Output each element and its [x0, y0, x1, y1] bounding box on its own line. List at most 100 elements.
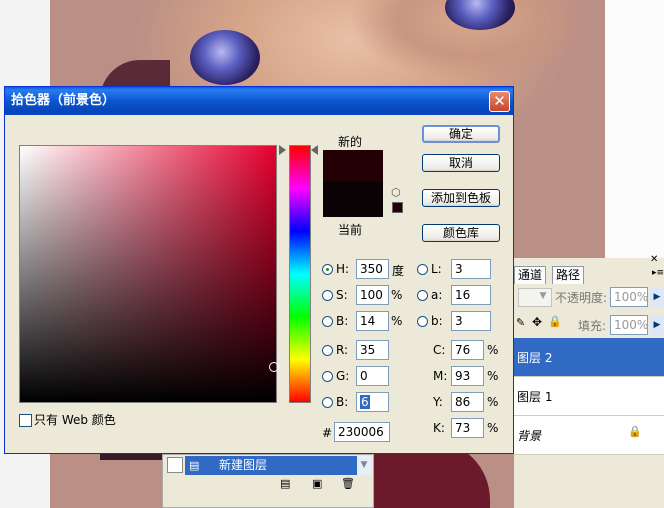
color-field[interactable] [19, 145, 277, 403]
fill-input[interactable]: 100% [610, 315, 648, 335]
b-unit: % [391, 314, 403, 328]
c-label: C: [433, 343, 446, 357]
ok-button[interactable]: 确定 [422, 125, 500, 143]
lock-position-icon[interactable]: ✥ [532, 315, 542, 329]
layer-row[interactable]: 图层 1 [514, 377, 664, 416]
hex-input[interactable]: 230006 [334, 422, 390, 442]
current-color-swatch[interactable] [323, 182, 383, 217]
list-icon: ▤ [189, 459, 200, 472]
s-input[interactable]: 100 [356, 285, 389, 305]
h-unit: 度 [392, 264, 405, 278]
h-label: H: [336, 262, 350, 276]
m-label: M: [433, 369, 448, 383]
fill-row: ✎ ✥ 🔒 填充: 100% ▶ [514, 314, 664, 336]
radio-r[interactable] [322, 345, 333, 356]
h-input[interactable]: 350 [356, 259, 389, 279]
tab-channels[interactable]: 通道 [514, 266, 547, 284]
dialog-title: 拾色器（前景色） [11, 93, 116, 108]
m-unit: % [487, 369, 499, 383]
chevron-down-icon[interactable]: ▼ [357, 456, 371, 475]
camera-icon[interactable]: ▣ [312, 477, 322, 490]
new-layer-item[interactable]: ▤ 新建图层 [185, 456, 357, 475]
opacity-label: 不透明度: [555, 291, 608, 305]
hue-slider[interactable] [289, 145, 311, 403]
c-unit: % [487, 343, 499, 357]
y-label: Y: [433, 395, 443, 409]
c-input[interactable]: 76 [451, 340, 484, 360]
a-input[interactable]: 16 [451, 285, 491, 305]
opacity-row: ▼ 不透明度: 100% ▶ [514, 286, 664, 308]
dialog-titlebar[interactable]: 拾色器（前景色） ✕ [5, 87, 513, 115]
layer-name: 图层 2 [517, 351, 553, 365]
hex-label: # [322, 426, 333, 440]
layer-name: 图层 1 [517, 390, 553, 404]
folder-icon[interactable]: ▤ [280, 477, 290, 490]
lock-pixels-icon[interactable]: ✎ [516, 316, 525, 329]
panel-close-icon[interactable]: ✕ [650, 254, 658, 265]
blue-input[interactable]: 6 [356, 392, 389, 412]
eye-left [190, 30, 260, 85]
radio-lab-b[interactable] [417, 316, 428, 327]
g-input[interactable]: 0 [356, 366, 389, 386]
hue-slider-handle-left[interactable] [279, 145, 286, 155]
blue-label: B: [336, 395, 349, 409]
layers-panel: ✕ ▸≡ 通道 路径 ▼ 不透明度: 100% ▶ ✎ ✥ 🔒 填充: 100%… [514, 254, 664, 508]
layer-name: 背景 [517, 429, 542, 443]
opacity-arrow-icon[interactable]: ▶ [650, 287, 664, 307]
close-button[interactable]: ✕ [489, 91, 510, 112]
layers-mini-panel: ▤ 新建图层 ▼ ▤ ▣ 🗑 [162, 454, 374, 508]
radio-a[interactable] [417, 290, 428, 301]
g-label: G: [336, 369, 350, 383]
k-input[interactable]: 73 [451, 418, 484, 438]
k-label: K: [433, 421, 445, 435]
radio-s[interactable] [322, 290, 333, 301]
fill-arrow-icon[interactable]: ▶ [650, 315, 664, 335]
new-color-swatch [323, 150, 383, 182]
web-only-checkbox[interactable] [19, 414, 32, 427]
web-only-label: 只有 Web 颜色 [34, 413, 116, 427]
layer-row[interactable]: 背景 🔒 [514, 416, 664, 455]
layer-thumb [167, 457, 183, 473]
lab-b-input[interactable]: 3 [451, 311, 491, 331]
layer-row[interactable]: 图层 2 [514, 338, 664, 377]
l-input[interactable]: 3 [451, 259, 491, 279]
color-library-button[interactable]: 颜色库 [422, 224, 500, 242]
trash-icon[interactable]: 🗑 [341, 477, 355, 490]
current-color-label: 当前 [338, 223, 363, 237]
lab-b-label: b: [431, 314, 443, 328]
color-field-cursor[interactable] [269, 362, 279, 372]
m-input[interactable]: 93 [451, 366, 484, 386]
l-label: L: [431, 262, 442, 276]
b-label: B: [336, 314, 349, 328]
b-input[interactable]: 14 [356, 311, 389, 331]
a-label: a: [431, 288, 443, 302]
panel-tabs: 通道 路径 [514, 266, 664, 284]
color-picker-dialog: 拾色器（前景色） ✕ 只有 Web 颜色 新的 当前 ⬡ 确定 取消 添加到色板… [4, 86, 514, 454]
cube-icon[interactable]: ⬡ [391, 187, 403, 199]
y-input[interactable]: 86 [451, 392, 484, 412]
web-safe-swatch[interactable] [392, 202, 403, 213]
chevron-down-icon[interactable]: ▼ [536, 288, 550, 305]
radio-b[interactable] [322, 316, 333, 327]
tab-paths[interactable]: 路径 [552, 266, 585, 284]
blue-input-value: 6 [360, 395, 370, 409]
new-layer-label: 新建图层 [219, 458, 268, 472]
s-label: S: [336, 288, 348, 302]
r-label: R: [336, 343, 349, 357]
hue-slider-handle-right[interactable] [311, 145, 318, 155]
canvas-margin-right [605, 0, 664, 270]
lock-all-icon[interactable]: 🔒 [548, 315, 562, 328]
radio-h[interactable] [322, 264, 333, 275]
add-to-swatches-button[interactable]: 添加到色板 [422, 189, 500, 207]
r-input[interactable]: 35 [356, 340, 389, 360]
new-color-label: 新的 [338, 135, 363, 149]
radio-g[interactable] [322, 371, 333, 382]
opacity-input[interactable]: 100% [610, 287, 648, 307]
cancel-button[interactable]: 取消 [422, 154, 500, 172]
radio-blue[interactable] [322, 397, 333, 408]
s-unit: % [391, 288, 403, 302]
lock-icon: 🔒 [628, 425, 642, 438]
y-unit: % [487, 395, 499, 409]
k-unit: % [487, 421, 499, 435]
radio-l[interactable] [417, 264, 428, 275]
